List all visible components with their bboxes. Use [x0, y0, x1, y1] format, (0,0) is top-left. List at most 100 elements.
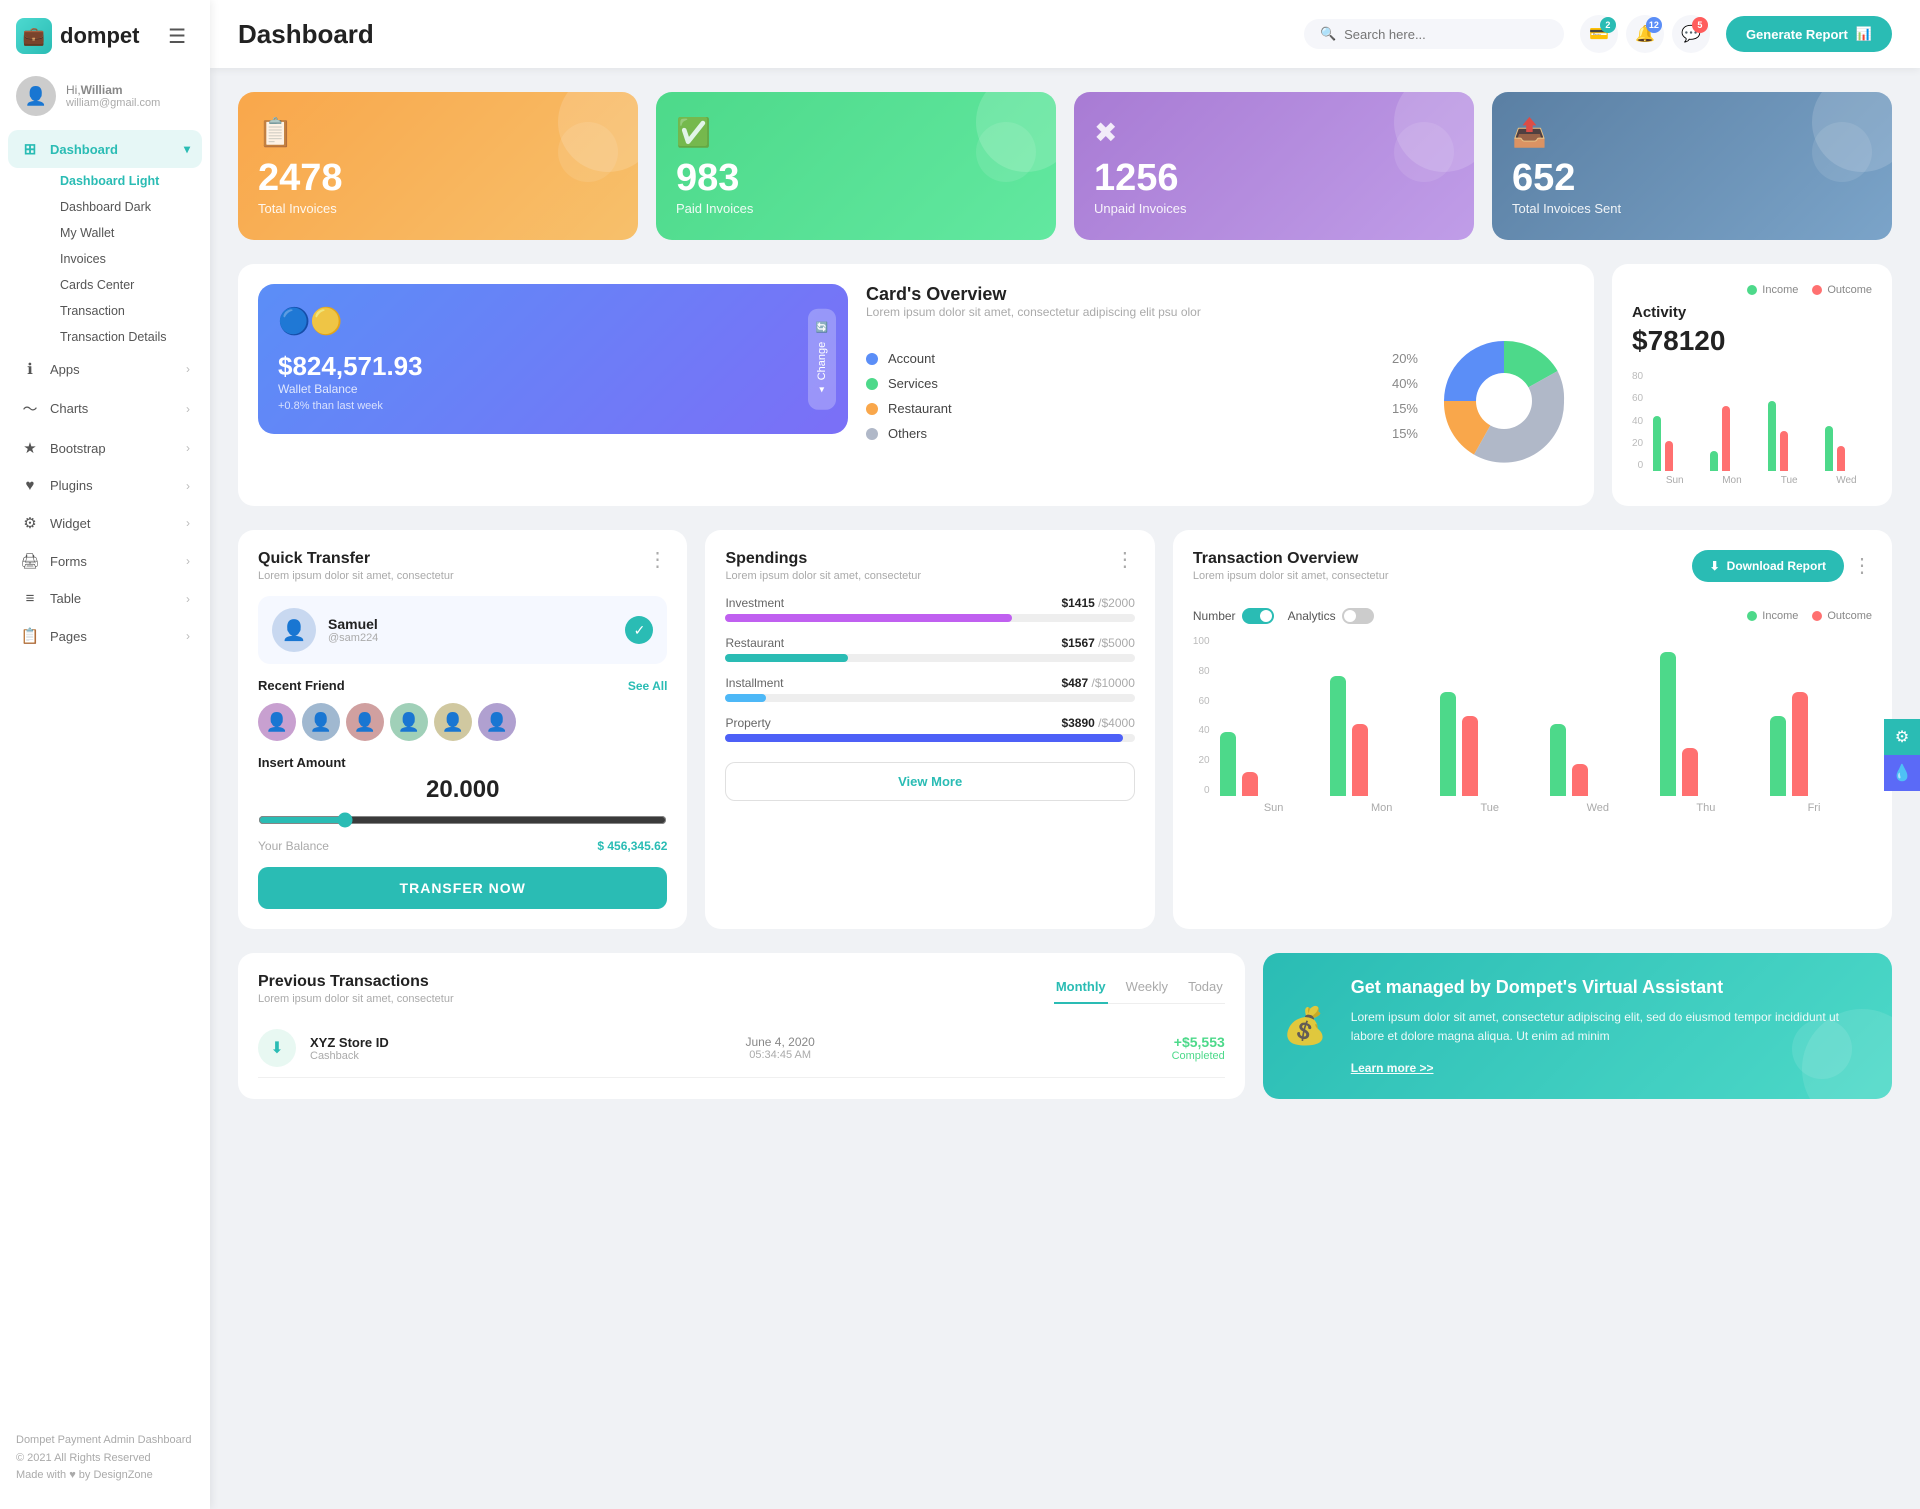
page-title: Dashboard: [238, 19, 1288, 50]
friend-avatar-5[interactable]: 👤: [434, 703, 472, 741]
friend-avatar-2[interactable]: 👤: [302, 703, 340, 741]
bar-group-sun: [1653, 416, 1696, 471]
stat-card-total-sent: 📤 652 Total Invoices Sent: [1492, 92, 1892, 240]
wallet-notification-btn[interactable]: 💳 2: [1580, 15, 1618, 53]
to-y-axis: 100806040200: [1193, 636, 1216, 796]
sub-item-dashboard-light[interactable]: Dashboard Light: [50, 168, 202, 194]
income-bar-tue: [1768, 401, 1776, 471]
generate-report-button[interactable]: Generate Report 📊: [1726, 16, 1892, 52]
tab-today[interactable]: Today: [1186, 973, 1225, 1004]
sidebar-item-dashboard[interactable]: ⊞ Dashboard ▾: [8, 130, 202, 168]
sidebar-footer: Dompet Payment Admin Dashboard © 2021 Al…: [0, 1420, 210, 1489]
tab-monthly[interactable]: Monthly: [1054, 973, 1108, 1004]
amount-slider[interactable]: [258, 812, 667, 828]
menu-toggle-icon[interactable]: ☰: [160, 24, 194, 49]
wallet-label: Wallet Balance: [278, 382, 828, 396]
qt-check-icon: ✓: [625, 616, 653, 644]
sub-item-transaction[interactable]: Transaction: [50, 298, 202, 324]
footer-line3: Made with ♥ by DesignZone: [16, 1467, 194, 1485]
quick-transfer-subtitle: Lorem ipsum dolor sit amet, consectetur: [258, 570, 454, 582]
mid-row: 🔵🟡 $824,571.93 Wallet Balance +0.8% than…: [238, 264, 1892, 506]
header-icons: 💳 2 🔔 12 💬 5: [1580, 15, 1710, 53]
footer-line1: Dompet Payment Admin Dashboard: [16, 1432, 194, 1450]
sidebar-label-widget: Widget: [50, 516, 90, 531]
search-input[interactable]: [1344, 27, 1524, 42]
theme-float-btn[interactable]: 💧: [1884, 755, 1920, 791]
big-income-fri: [1770, 716, 1786, 796]
investment-progress-fill: [725, 614, 1012, 622]
spending-property-header: Property $3890 /$4000: [725, 716, 1134, 730]
stats-row: 📋 2478 Total Invoices ✅ 983 Paid Invoice…: [238, 92, 1892, 240]
spending-installment-name: Installment: [725, 676, 783, 690]
insert-amount-label: Insert Amount: [258, 755, 667, 770]
bar-label-sun: Sun: [1653, 475, 1696, 486]
view-more-button[interactable]: View More: [725, 762, 1134, 801]
plugins-arrow: ›: [186, 479, 190, 493]
app-logo-icon: 💼: [16, 18, 52, 54]
big-bar-group-tue: [1440, 692, 1538, 796]
sidebar-label-plugins: Plugins: [50, 478, 93, 493]
sub-item-transaction-details[interactable]: Transaction Details: [50, 324, 202, 350]
friend-avatar-3[interactable]: 👤: [346, 703, 384, 741]
toggle-number-group: Number: [1193, 608, 1274, 624]
to-outcome-label: Outcome: [1827, 610, 1872, 622]
previous-transactions-panel: Previous Transactions Lorem ipsum dolor …: [238, 953, 1245, 1099]
big-outcome-fri: [1792, 692, 1808, 796]
friend-avatar-6[interactable]: 👤: [478, 703, 516, 741]
card-overview-title: Card's Overview: [866, 284, 1574, 305]
quick-transfer-menu-btn[interactable]: ⋮: [647, 550, 667, 570]
to-menu-btn[interactable]: ⋮: [1852, 556, 1872, 576]
tx-icon-1: ⬇: [258, 1029, 296, 1067]
transfer-now-button[interactable]: TRANSFER NOW: [258, 867, 667, 909]
pages-arrow: ›: [186, 629, 190, 643]
change-button[interactable]: 🔄 Change ▾: [808, 309, 836, 410]
total-invoices-label: Total Invoices: [258, 201, 618, 216]
tx-date-text-1: June 4, 2020: [403, 1035, 1158, 1049]
message-notification-btn[interactable]: 💬 5: [1672, 15, 1710, 53]
prev-tx-row: Previous Transactions Lorem ipsum dolor …: [238, 953, 1892, 1099]
bell-notification-btn[interactable]: 🔔 12: [1626, 15, 1664, 53]
va-icon: 💰: [1283, 1005, 1328, 1047]
widget-icon: ⚙: [20, 514, 40, 532]
friend-avatar-4[interactable]: 👤: [390, 703, 428, 741]
sub-item-dashboard-dark[interactable]: Dashboard Dark: [50, 194, 202, 220]
sidebar-item-charts[interactable]: 〜 Charts ›: [8, 388, 202, 429]
sidebar-item-widget[interactable]: ⚙ Widget ›: [8, 504, 202, 542]
widget-arrow: ›: [186, 516, 190, 530]
sidebar-item-apps[interactable]: ℹ Apps ›: [8, 350, 202, 388]
big-label-thu: Thu: [1652, 802, 1760, 814]
stat-card-unpaid-invoices: ✖ 1256 Unpaid Invoices: [1074, 92, 1474, 240]
sidebar-item-forms[interactable]: 🖨 Forms ›: [8, 542, 202, 580]
spendings-menu-btn[interactable]: ⋮: [1115, 550, 1135, 570]
sidebar-label-table: Table: [50, 591, 81, 606]
big-outcome-thu: [1682, 748, 1698, 796]
total-invoices-icon: 📋: [258, 116, 618, 149]
outcome-legend-dot: [1812, 285, 1822, 295]
settings-float-btn[interactable]: ⚙: [1884, 719, 1920, 755]
co-pct-others: 15%: [1392, 426, 1418, 441]
tab-weekly[interactable]: Weekly: [1124, 973, 1170, 1004]
wallet-amount: $824,571.93: [278, 351, 828, 382]
va-content: Get managed by Dompet's Virtual Assistan…: [1351, 977, 1868, 1075]
sidebar-item-table[interactable]: ≡ Table ›: [8, 580, 202, 617]
friend-avatar-1[interactable]: 👤: [258, 703, 296, 741]
toggle-analytics[interactable]: [1342, 608, 1374, 624]
sub-item-my-wallet[interactable]: My Wallet: [50, 220, 202, 246]
sidebar-label-apps: Apps: [50, 362, 80, 377]
sidebar-item-pages[interactable]: 📋 Pages ›: [8, 617, 202, 655]
see-all-link[interactable]: See All: [628, 679, 668, 693]
to-toggles: Number Analytics Income: [1193, 608, 1872, 624]
sidebar-item-plugins[interactable]: ♥ Plugins ›: [8, 467, 202, 504]
amount-display: 20.000: [258, 776, 667, 804]
sub-item-invoices[interactable]: Invoices: [50, 246, 202, 272]
to-income-label: Income: [1762, 610, 1798, 622]
bell-badge: 12: [1646, 17, 1662, 33]
sidebar-item-bootstrap[interactable]: ★ Bootstrap ›: [8, 429, 202, 467]
sub-item-cards-center[interactable]: Cards Center: [50, 272, 202, 298]
to-legend: Income Outcome: [1747, 610, 1872, 622]
co-item-restaurant: Restaurant 15%: [866, 401, 1418, 416]
table-arrow: ›: [186, 592, 190, 606]
download-report-button[interactable]: ⬇ Download Report: [1692, 550, 1844, 582]
va-learn-more-link[interactable]: Learn more >>: [1351, 1061, 1434, 1075]
toggle-number[interactable]: [1242, 608, 1274, 624]
